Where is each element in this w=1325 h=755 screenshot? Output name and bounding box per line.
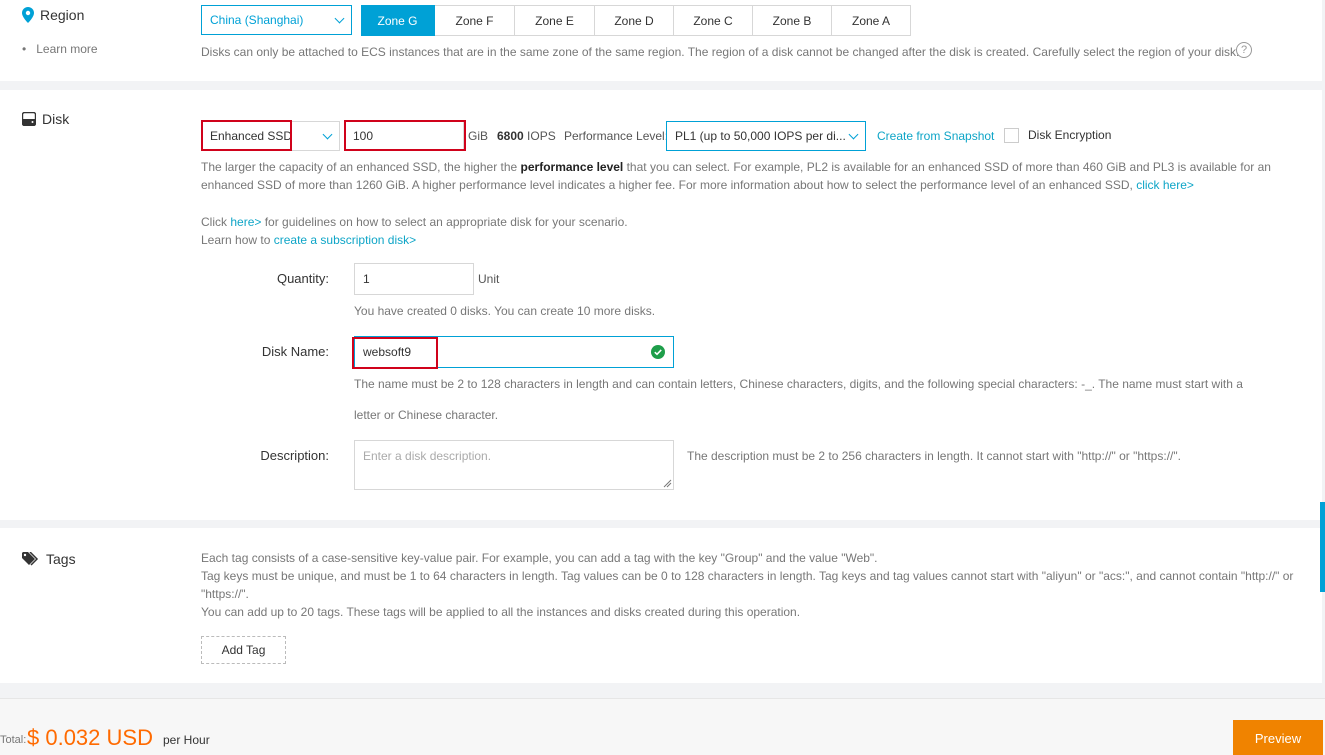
perf-value: PL1 (up to 50,000 IOPS per di... (675, 129, 846, 143)
region-select-value: China (Shanghai) (210, 13, 304, 27)
quantity-note: You have created 0 disks. You can create… (354, 304, 656, 318)
tab-zone-d[interactable]: Zone D (595, 5, 674, 36)
description-note: The description must be 2 to 256 charact… (687, 449, 1181, 463)
preview-button[interactable]: Preview (1233, 720, 1323, 755)
chevron-down-icon (322, 129, 333, 139)
click-here-link[interactable]: click here> (1136, 178, 1194, 192)
size-unit: GiB (468, 129, 489, 143)
check-circle-icon (651, 345, 665, 359)
create-from-snapshot-link[interactable]: Create from Snapshot (877, 129, 994, 143)
tab-zone-e[interactable]: Zone E (515, 5, 595, 36)
subscription-text: Learn how to create a subscription disk> (201, 233, 417, 247)
footer-bar: Total: $ 0.032 USD per Hour Preview (0, 698, 1325, 755)
description-placeholder: Enter a disk description. (363, 449, 492, 463)
region-note: Disks can only be attached to ECS instan… (201, 45, 1240, 59)
quantity-value: 1 (363, 272, 370, 286)
disk-desc-line2: enhanced SSD of more than 1260 GiB. A hi… (201, 178, 1194, 192)
tab-zone-b[interactable]: Zone B (753, 5, 832, 36)
tags-title: Tags (46, 551, 76, 567)
perf-label: Performance Level: (564, 129, 669, 143)
disk-encryption-label: Disk Encryption (1028, 128, 1112, 142)
iops-display: 6800 IOPS (497, 129, 556, 143)
tab-zone-g[interactable]: Zone G (361, 5, 435, 36)
highlight-disk-size (344, 120, 466, 151)
zone-tabs: Zone G Zone F Zone E Zone D Zone C Zone … (361, 5, 911, 36)
disk-card: Disk Enhanced SSD 100 GiB 6800 IOPS Perf… (0, 90, 1322, 520)
disk-desc-line1: The larger the capacity of an enhanced S… (201, 160, 1271, 174)
tags-line2: Tag keys must be unique, and must be 1 t… (201, 569, 1294, 583)
highlight-disk-name (352, 337, 438, 369)
quantity-input[interactable]: 1 (354, 263, 474, 295)
help-icon[interactable]: ? (1236, 42, 1252, 58)
tags-card: Tags Each tag consists of a case-sensiti… (0, 528, 1322, 683)
here-link[interactable]: here> (230, 215, 261, 229)
price-unit: per Hour (163, 733, 210, 747)
iops-label: IOPS (527, 129, 556, 143)
tag-icon (22, 552, 39, 566)
tab-zone-a[interactable]: Zone A (832, 5, 911, 36)
description-textarea[interactable]: Enter a disk description. (354, 440, 674, 490)
tab-zone-c[interactable]: Zone C (674, 5, 753, 36)
region-card: Region • Learn more China (Shanghai) Zon… (0, 0, 1322, 81)
chevron-down-icon (334, 13, 345, 23)
scrollbar-thumb[interactable] (1320, 502, 1325, 592)
region-title: Region (40, 7, 85, 23)
highlight-disk-type (201, 120, 292, 151)
tags-line3: "https://". (201, 587, 249, 601)
learn-more-link[interactable]: • Learn more (22, 40, 98, 58)
disk-name-label: Disk Name: (261, 344, 329, 359)
resize-handle-icon[interactable] (663, 479, 672, 488)
disk-encryption-checkbox[interactable] (1004, 128, 1019, 143)
disk-title: Disk (42, 111, 70, 127)
tags-line4: You can add up to 20 tags. These tags wi… (201, 605, 801, 619)
tab-zone-f[interactable]: Zone F (435, 5, 515, 36)
total-price: $ 0.032 USD (27, 725, 153, 750)
region-section-title: Region (22, 7, 84, 23)
bullet-icon: • (22, 42, 27, 56)
performance-level-select[interactable]: PL1 (up to 50,000 IOPS per di... (666, 121, 866, 151)
quantity-label: Quantity: (276, 271, 329, 286)
disk-name-note1: The name must be 2 to 128 characters in … (354, 377, 1243, 391)
add-tag-button[interactable]: Add Tag (201, 636, 286, 664)
disk-section-title: Disk (22, 111, 69, 127)
tags-section-title: Tags (22, 551, 76, 567)
guideline-text: Click here> for guidelines on how to sel… (201, 215, 628, 229)
region-select[interactable]: China (Shanghai) (201, 5, 352, 35)
quantity-unit: Unit (478, 272, 500, 286)
create-subscription-disk-link[interactable]: create a subscription disk> (274, 233, 416, 247)
tags-line1: Each tag consists of a case-sensitive ke… (201, 551, 878, 565)
iops-value: 6800 (497, 129, 524, 143)
total-label: Total: (0, 734, 27, 746)
description-label: Description: (260, 448, 329, 463)
location-pin-icon (22, 7, 34, 23)
chevron-down-icon (848, 129, 859, 139)
disk-name-note2: letter or Chinese character. (354, 408, 499, 422)
disk-icon (22, 112, 36, 126)
